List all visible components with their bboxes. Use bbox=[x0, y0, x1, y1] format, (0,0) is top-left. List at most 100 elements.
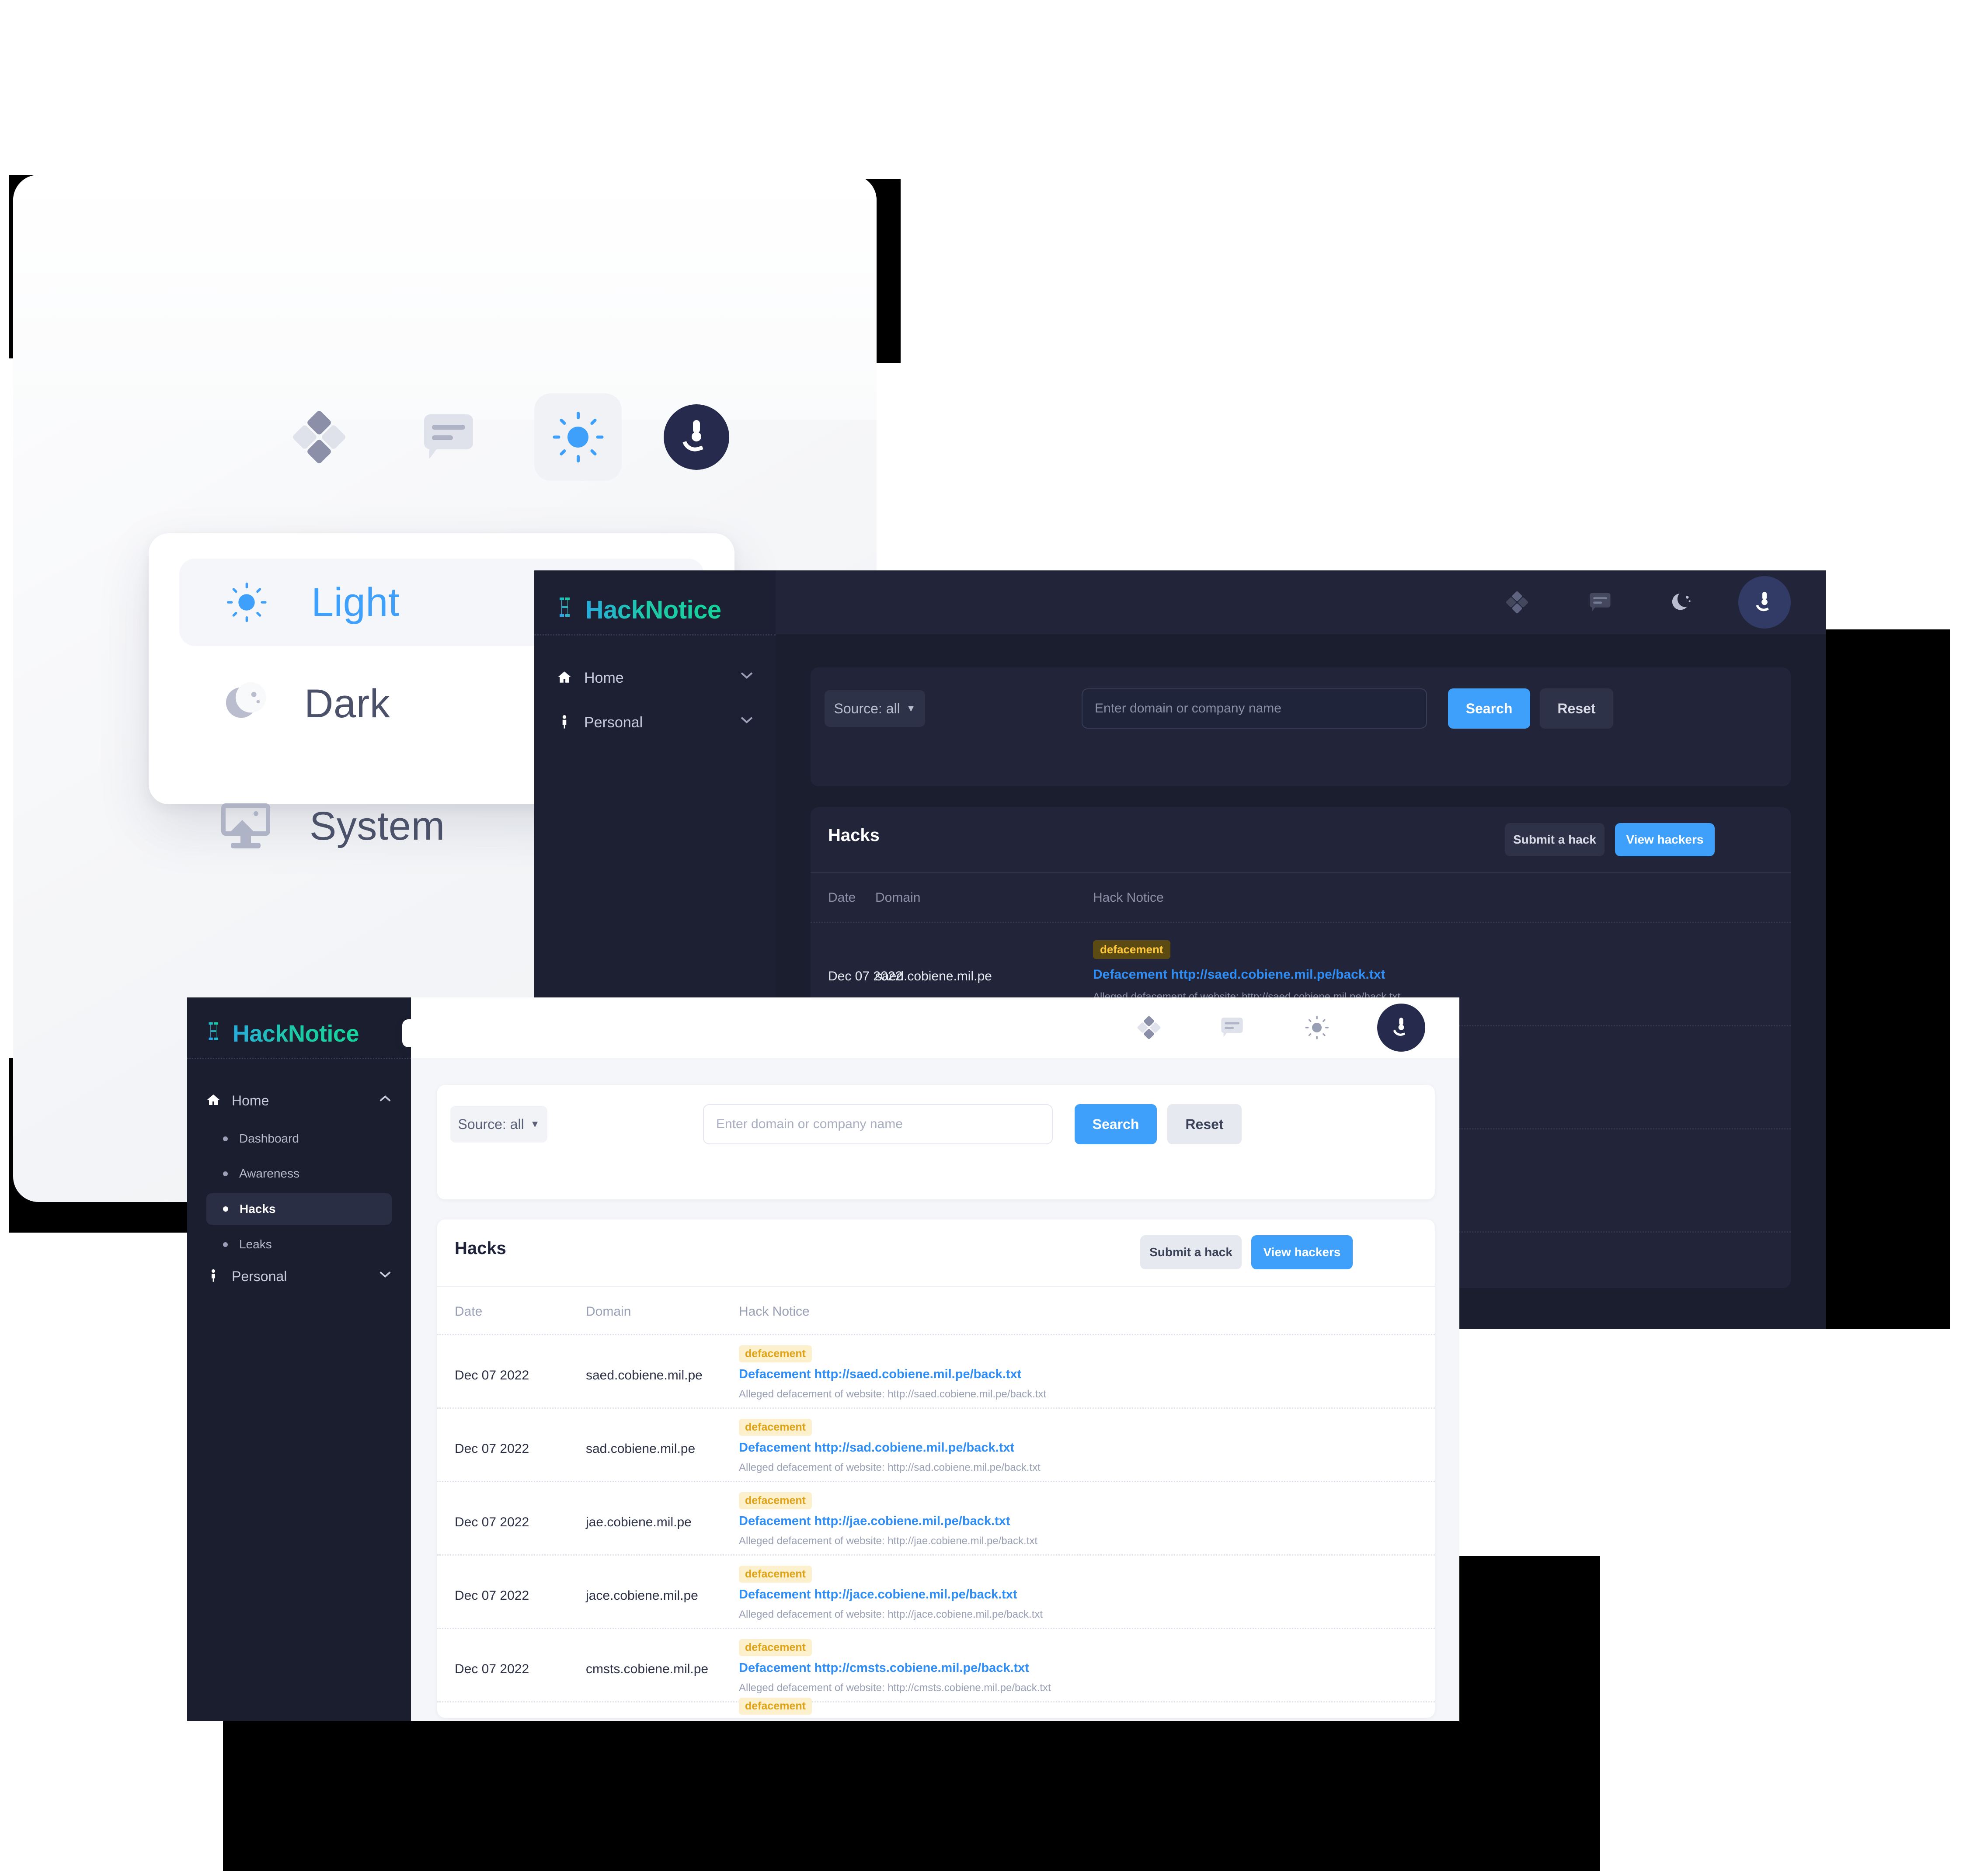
avatar[interactable] bbox=[1738, 576, 1791, 629]
table-row[interactable]: defacement Dec 07 2022 jace.cobiene.mil.… bbox=[437, 1554, 1435, 1628]
avatar[interactable] bbox=[664, 404, 729, 470]
moon-icon[interactable] bbox=[1660, 580, 1703, 624]
table-row[interactable]: defacement Dec 07 2022 saed.cobiene.mil.… bbox=[437, 1334, 1435, 1407]
submit-hack-button[interactable]: Submit a hack bbox=[1505, 823, 1605, 856]
sidebar-item-home[interactable]: Home bbox=[206, 1089, 392, 1112]
source-select[interactable]: Source: all ▼ bbox=[450, 1106, 547, 1143]
view-hackers-button[interactable]: View hackers bbox=[1251, 1235, 1353, 1269]
search-input[interactable]: Enter domain or company name bbox=[1082, 688, 1427, 729]
sun-icon[interactable] bbox=[534, 393, 622, 481]
composition-stage: Light Dark System Hack Notice Home Perso… bbox=[0, 0, 1970, 1876]
person-icon bbox=[206, 1268, 220, 1285]
cell-date: Dec 07 2022 bbox=[455, 1662, 529, 1676]
hack-notice-description: Alleged defacement of website: http://sa… bbox=[739, 1462, 1041, 1473]
avatar[interactable] bbox=[1377, 1004, 1425, 1052]
table-row[interactable]: defacement Dec 07 2022 sad.cobiene.mil.p… bbox=[437, 1407, 1435, 1481]
card-divider bbox=[811, 872, 1791, 873]
person-icon bbox=[557, 714, 572, 731]
cell-date: Dec 07 2022 bbox=[455, 1720, 529, 1721]
hack-notice-link[interactable]: Defacement http://catalogo.cobiene.mil.p… bbox=[739, 1720, 1044, 1721]
search-button[interactable]: Search bbox=[1075, 1104, 1157, 1144]
table-row[interactable]: defacement Dec 07 2022 cmsts.cobiene.mil… bbox=[437, 1628, 1435, 1701]
card-divider bbox=[437, 1286, 1435, 1287]
monitor-icon bbox=[221, 803, 270, 849]
search-button-label: Search bbox=[1092, 1116, 1139, 1132]
hacks-card-title: Hacks bbox=[828, 826, 880, 845]
sidebar-item-label: Home bbox=[584, 669, 624, 686]
grid-icon[interactable] bbox=[1125, 1004, 1173, 1051]
chevron-down-icon bbox=[740, 716, 754, 726]
sidebar-item-leaks[interactable]: Leaks bbox=[206, 1229, 392, 1260]
light-hacks-card: Hacks Submit a hack View hackers Date Do… bbox=[437, 1219, 1435, 1718]
sidebar-divider bbox=[534, 634, 776, 636]
reset-button[interactable]: Reset bbox=[1167, 1104, 1242, 1144]
table-row[interactable]: defacement Dec 07 2022 catalogo.cobiene.… bbox=[437, 1698, 1435, 1721]
cell-domain: jace.cobiene.mil.pe bbox=[586, 1588, 698, 1603]
hack-notice-link[interactable]: Defacement http://cmsts.cobiene.mil.pe/b… bbox=[739, 1661, 1029, 1675]
sidebar-item-personal[interactable]: Personal bbox=[206, 1265, 392, 1288]
hack-notice-description: Alleged defacement of website: http://cm… bbox=[739, 1682, 1051, 1694]
sidebar-item-dashboard[interactable]: Dashboard bbox=[206, 1123, 392, 1154]
sidebar-item-label: Personal bbox=[584, 714, 643, 731]
sidebar-sub-label: Dashboard bbox=[239, 1132, 299, 1145]
cell-domain: jae.cobiene.mil.pe bbox=[586, 1515, 692, 1529]
source-select-label: Source: all bbox=[458, 1116, 524, 1132]
grid-icon[interactable] bbox=[275, 393, 363, 481]
brand-mark-icon bbox=[206, 1020, 227, 1047]
submit-hack-button[interactable]: Submit a hack bbox=[1140, 1235, 1242, 1269]
sun-icon[interactable] bbox=[1291, 1002, 1342, 1053]
search-button[interactable]: Search bbox=[1448, 688, 1530, 729]
sidebar-item-personal[interactable]: Personal bbox=[557, 710, 754, 735]
search-input-placeholder: Enter domain or company name bbox=[1095, 701, 1281, 716]
chevron-down-icon bbox=[379, 1270, 392, 1281]
brand-name-b: Notice bbox=[645, 596, 721, 624]
search-button-label: Search bbox=[1465, 700, 1513, 716]
sidebar-item-home[interactable]: Home bbox=[557, 666, 754, 690]
chevron-down-icon bbox=[740, 671, 754, 682]
cell-domain: catalogo.cobiene.mil.pe bbox=[586, 1720, 724, 1721]
chevron-down-icon: ▼ bbox=[530, 1119, 540, 1129]
column-header-date: Date bbox=[828, 890, 856, 905]
status-badge: defacement bbox=[739, 1419, 812, 1436]
reset-button[interactable]: Reset bbox=[1540, 688, 1613, 729]
cell-date: Dec 07 2022 bbox=[455, 1515, 529, 1529]
sidebar-item-awareness[interactable]: Awareness bbox=[206, 1158, 392, 1189]
bullet-icon bbox=[223, 1242, 228, 1247]
sidebar-item-hacks[interactable]: Hacks bbox=[206, 1193, 392, 1225]
reset-button-label: Reset bbox=[1185, 1116, 1224, 1132]
status-badge: defacement bbox=[739, 1698, 812, 1715]
moon-icon bbox=[225, 682, 266, 723]
hack-notice-link[interactable]: Defacement http://jace.cobiene.mil.pe/ba… bbox=[739, 1588, 1017, 1602]
grid-icon[interactable] bbox=[1493, 579, 1541, 626]
chat-icon[interactable] bbox=[1576, 580, 1625, 625]
hack-notice-link[interactable]: Defacement http://saed.cobiene.mil.pe/ba… bbox=[739, 1367, 1021, 1382]
brand-logo[interactable]: Hack Notice bbox=[557, 595, 721, 625]
submit-hack-label: Submit a hack bbox=[1513, 833, 1596, 846]
hack-notice-link[interactable]: Defacement http://sad.cobiene.mil.pe/bac… bbox=[739, 1441, 1014, 1455]
brand-logo[interactable]: Hack Notice bbox=[206, 1020, 359, 1047]
chat-icon[interactable] bbox=[405, 393, 492, 481]
search-input-placeholder: Enter domain or company name bbox=[716, 1117, 903, 1131]
sidebar-item-label: Home bbox=[232, 1092, 269, 1108]
chevron-up-icon bbox=[379, 1094, 392, 1105]
table-row[interactable]: defacement Dec 07 2022 jae.cobiene.mil.p… bbox=[437, 1481, 1435, 1554]
cell-date: Dec 07 2022 bbox=[455, 1368, 529, 1383]
source-select[interactable]: Source: all ▼ bbox=[825, 690, 925, 727]
status-badge: defacement bbox=[739, 1639, 812, 1656]
home-icon bbox=[206, 1093, 220, 1109]
reset-button-label: Reset bbox=[1557, 700, 1596, 716]
brand-name-a: Hack bbox=[585, 596, 645, 624]
view-hackers-button[interactable]: View hackers bbox=[1615, 823, 1715, 856]
theme-picker-topbar bbox=[13, 175, 877, 420]
search-input[interactable]: Enter domain or company name bbox=[703, 1104, 1053, 1144]
shadow-block-bottom bbox=[223, 1720, 1600, 1871]
hack-notice-link[interactable]: Defacement http://jae.cobiene.mil.pe/bac… bbox=[739, 1514, 1010, 1529]
hacks-card-title: Hacks bbox=[455, 1239, 506, 1258]
hack-notice-link[interactable]: Defacement http://saed.cobiene.mil.pe/ba… bbox=[1093, 967, 1385, 982]
brand-name-a: Hack bbox=[232, 1021, 288, 1047]
chat-icon[interactable] bbox=[1208, 1005, 1256, 1050]
cell-domain: saed.cobiene.mil.pe bbox=[586, 1368, 703, 1383]
hack-notice-description: Alleged defacement of website: http://sa… bbox=[739, 1388, 1047, 1400]
cell-domain: sad.cobiene.mil.pe bbox=[586, 1442, 696, 1456]
source-select-label: Source: all bbox=[834, 700, 900, 716]
